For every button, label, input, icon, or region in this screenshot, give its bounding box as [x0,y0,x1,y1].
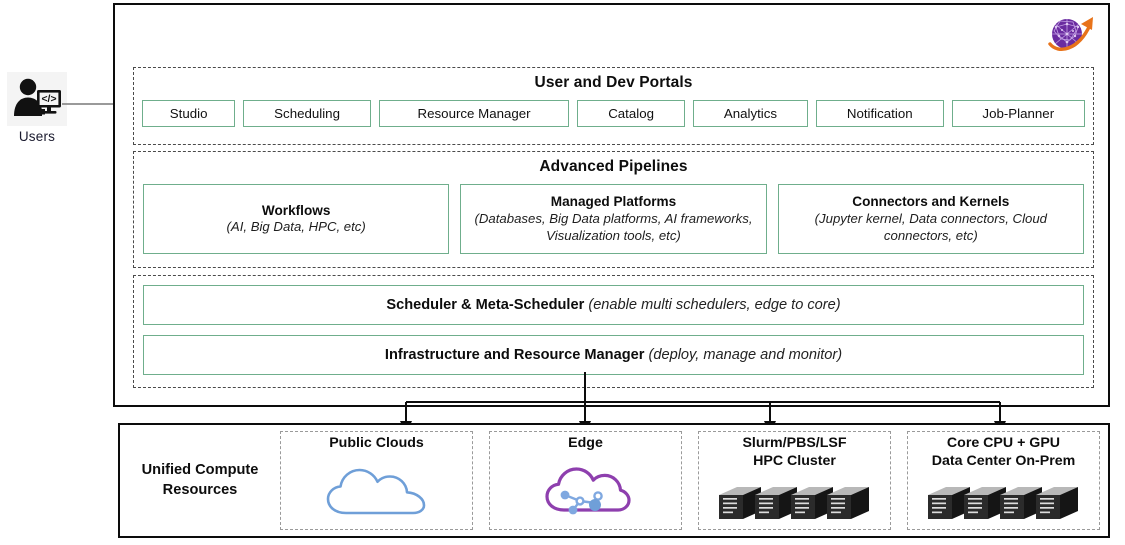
pipeline-box-managed-platforms[interactable]: Managed Platforms (Databases, Big Data p… [460,184,767,254]
layer-title-pipelines: Advanced Pipelines [539,158,688,175]
pipeline-title-workflows: Workflows [261,202,331,218]
users-actor: </> Users [4,72,70,144]
unified-compute-resources-title: Unified Compute Resources [141,462,259,498]
compute-cell-label-hpc-cluster: Slurm/PBS/LSF HPC Cluster [742,435,847,469]
svg-text:</>: </> [41,94,56,105]
infra-bar-scheduler[interactable]: Scheduler & Meta-Scheduler (enable multi… [143,285,1084,325]
blue-cloud-outline-icon [281,453,472,529]
purple-cloud-network-nodes-icon [490,453,681,529]
layer-advanced-pipelines: Advanced Pipelines Workflows (AI, Big Da… [133,151,1094,268]
layer-title-portals: User and Dev Portals [534,74,693,91]
portal-item-studio[interactable]: Studio [142,100,236,127]
compute-cell-label-edge: Edge [568,435,603,451]
compute-cell-edge[interactable]: Edge [489,431,682,530]
network-globe-orange-arrow-logo [1042,11,1098,59]
server-rack-cluster-icon [908,471,1099,530]
compute-cell-public-clouds[interactable]: Public Clouds [280,431,473,530]
pipeline-subtitle-workflows: (AI, Big Data, HPC, etc) [226,219,366,235]
compute-cell-label-data-center-on-prem: Core CPU + GPU Data Center On-Prem [931,435,1076,469]
portals-row: Studio Scheduling Resource Manager Catal… [142,100,1086,127]
pipeline-title-managed-platforms: Managed Platforms [550,194,677,210]
portal-item-job-planner[interactable]: Job-Planner [951,100,1086,127]
infra-bar-resource-manager[interactable]: Infrastructure and Resource Manager (dep… [143,335,1084,375]
pipeline-title-connectors-and-kernels: Connectors and Kernels [852,194,1010,210]
pipelines-row: Workflows (AI, Big Data, HPC, etc) Manag… [143,184,1084,254]
portal-item-catalog[interactable]: Catalog [577,100,685,127]
pipeline-subtitle-connectors-and-kernels: (Jupyter kernel, Data connectors, Cloud … [814,210,1047,243]
compute-cells-row: Public Clouds Edge Slurm/PBS/LSF HPC Clu… [280,425,1108,536]
user-with-code-monitor-icon: </> [7,72,67,126]
compute-cell-label-public-clouds: Public Clouds [329,435,424,451]
infra-bar-manager-title: Infrastructure and Resource Manager [384,347,645,363]
users-label: Users [18,129,56,144]
server-rack-cluster-icon [699,471,890,530]
layer-infrastructure: Scheduler & Meta-Scheduler (enable multi… [133,275,1094,388]
portal-item-resource-manager[interactable]: Resource Manager [378,100,570,127]
infra-bar-manager-note: (deploy, manage and monitor) [648,347,843,363]
platform-container: User and Dev Portals Studio Scheduling R… [113,3,1110,407]
infra-bar-scheduler-note: (enable multi schedulers, edge to core) [588,297,841,313]
portal-item-analytics[interactable]: Analytics [692,100,808,127]
unified-compute-resources-container: Unified Compute Resources Public Clouds … [118,423,1110,538]
portal-item-scheduling[interactable]: Scheduling [243,100,371,127]
layer-user-and-dev-portals: User and Dev Portals Studio Scheduling R… [133,67,1094,145]
pipeline-box-workflows[interactable]: Workflows (AI, Big Data, HPC, etc) [143,184,450,254]
pipeline-subtitle-managed-platforms: (Databases, Big Data platforms, AI frame… [474,210,753,243]
compute-cell-hpc-cluster[interactable]: Slurm/PBS/LSF HPC Cluster [698,431,891,530]
infra-bar-scheduler-title: Scheduler & Meta-Scheduler [386,297,585,313]
portal-item-notification[interactable]: Notification [815,100,944,127]
compute-cell-data-center-on-prem[interactable]: Core CPU + GPU Data Center On-Prem [907,431,1100,530]
pipeline-box-connectors-and-kernels[interactable]: Connectors and Kernels (Jupyter kernel, … [777,184,1084,254]
